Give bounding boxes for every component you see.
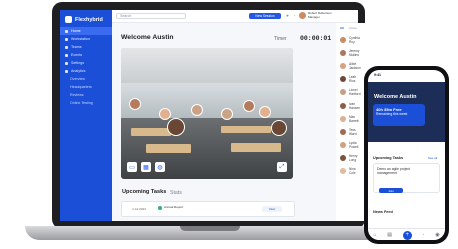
member-rows: Cynthia Roy Jeremy Mullins Albie Jackson Le… (336, 33, 366, 178)
phone-welcome: Welcome Austin (374, 94, 417, 100)
stats-tab[interactable]: Stats (170, 190, 182, 196)
avatar (340, 142, 346, 149)
member-row[interactable]: Henry Long (336, 152, 366, 165)
member-row[interactable]: Ivan Hansen (336, 99, 366, 112)
timer-label: Timer (274, 36, 287, 42)
laptop-screen: Flexhybrid Home Workstation Teams Events… (60, 10, 358, 221)
calendar-icon[interactable]: ▤ (387, 232, 392, 238)
news-feed-title: News Feed (373, 210, 393, 214)
timer-value: 00:00:01 (300, 35, 332, 42)
avatar[interactable] (129, 98, 141, 110)
phone-time: 9:41 (374, 73, 382, 77)
avatar[interactable] (221, 108, 233, 120)
member-row[interactable]: Lionel Hartford (336, 86, 366, 99)
desk (131, 128, 171, 136)
desk (146, 144, 191, 153)
status-dot-icon (158, 206, 162, 210)
profile-icon[interactable]: ◉ (435, 232, 439, 238)
office-video-view[interactable]: ▭ ▦ ◍ ⤢ (121, 48, 293, 179)
member-name: Tess Ward (349, 127, 357, 136)
free-time-card[interactable]: 40h 35m Free Remaining this week (373, 104, 425, 126)
member-row[interactable]: Tess Ward (336, 125, 366, 138)
task-card[interactable]: 4 Jul 2023 Annual Report View (121, 201, 295, 217)
avatar[interactable] (271, 120, 287, 136)
member-row[interactable]: Leah Rios (336, 73, 366, 86)
people-icon[interactable]: ◍ (155, 162, 165, 172)
member-name: Henry Long (349, 154, 358, 163)
avatar (340, 89, 346, 96)
member-name: Max Barrett (349, 114, 359, 123)
see-all-link[interactable]: See all (428, 156, 437, 160)
avatar (340, 155, 346, 162)
free-time-label: Remaining this week (376, 112, 408, 116)
avatar (340, 115, 346, 122)
avatar (340, 102, 346, 109)
avatar (340, 62, 346, 69)
phone-screen: 9:41 Welcome Austin 40h 35m Free Remaini… (368, 70, 445, 240)
avatar[interactable] (167, 118, 185, 136)
home-icon[interactable]: ⌂ (373, 232, 376, 238)
member-name: Cynthia Roy (349, 35, 360, 44)
view-task-button[interactable]: View (262, 206, 282, 212)
avatar[interactable] (159, 108, 171, 120)
phone-tasks-title: Upcoming Tasks (373, 156, 404, 160)
avatar[interactable] (191, 104, 203, 116)
phone-task-text: Demo an agile project management (377, 167, 410, 176)
avatar (340, 168, 346, 175)
task-date: 4 Jul 2023 (132, 207, 146, 211)
task-name: Annual Report (164, 205, 184, 209)
tab-active[interactable]: Active (349, 26, 357, 30)
member-row[interactable]: Nina Cole (336, 165, 366, 178)
member-name: Albie Jackson (349, 61, 361, 70)
member-row[interactable]: Lydia Powell (336, 139, 366, 152)
avatar[interactable] (243, 100, 255, 112)
member-name: Ivan Hansen (349, 101, 360, 110)
member-name: Leah Rios (349, 75, 357, 84)
avatar (340, 128, 346, 135)
member-row[interactable]: Jeremy Mullins (336, 46, 366, 59)
member-row[interactable]: Cynthia Roy (336, 33, 366, 46)
avatar[interactable] (259, 106, 271, 118)
members-tabs: All Active (336, 23, 366, 33)
laptop-notch (180, 226, 240, 231)
desk-view-icon[interactable]: ▭ (127, 162, 137, 172)
avatar (340, 76, 346, 83)
page-title: Welcome Austin (121, 34, 174, 41)
member-name: Nina Cole (349, 167, 356, 176)
member-row[interactable]: Albie Jackson (336, 59, 366, 72)
join-button[interactable]: Join (379, 188, 403, 193)
member-row[interactable]: Max Barrett (336, 112, 366, 125)
main-content: Welcome Austin Timer 00:00:01 ▭ ▦ ◍ ⤢ Up… (60, 10, 358, 221)
chat-icon[interactable]: ◦ (423, 232, 425, 238)
member-name: Jeremy Mullins (349, 48, 360, 57)
member-name: Lydia Powell (349, 141, 359, 150)
expand-icon[interactable]: ⤢ (277, 162, 287, 172)
tab-all[interactable]: All (340, 26, 344, 30)
phone-tab-bar: ⌂ ▤ + ◦ ◉ (368, 228, 445, 240)
phone-task-card[interactable]: Demo an agile project management Join (373, 163, 440, 193)
grid-icon[interactable]: ▦ (141, 162, 151, 172)
upcoming-tasks-tab[interactable]: Upcoming Tasks (122, 189, 166, 195)
avatar (340, 36, 346, 43)
members-list: All Active Cynthia Roy Jeremy Mullins Albi… (336, 23, 366, 221)
member-name: Lionel Hartford (349, 88, 361, 97)
desk (221, 126, 271, 133)
desk (231, 143, 281, 152)
add-icon[interactable]: + (402, 230, 412, 240)
avatar (340, 49, 346, 56)
